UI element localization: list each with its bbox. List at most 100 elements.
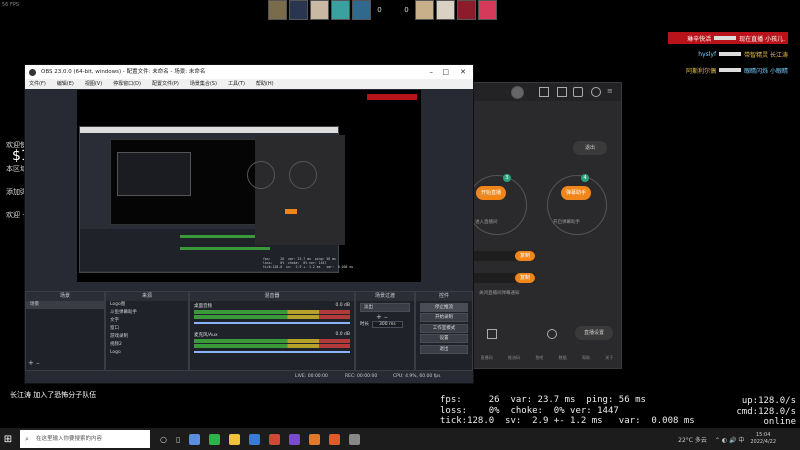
menu-view[interactable]: 视图(V) [85,79,102,89]
nested-titlebar [80,127,338,133]
taskbar-app-icon[interactable] [349,433,361,445]
source-item[interactable]: 窗口 [106,325,188,333]
net-graph-right: up:128.0/s cmd:128.0/s online [736,396,796,428]
exit-button[interactable]: 退出 [573,141,607,155]
live-settings-button[interactable]: 直播设置 [575,326,613,340]
studio-mode-button[interactable]: 工作室模式 [420,323,468,333]
transitions-dock: 场景过渡 淡出 + – 时长 300 ms [355,291,415,371]
sources-dock: 来源 Logo图 斗鱼弹幕助手 文字 窗口 游戏录制 视频2 Logo [105,291,189,371]
avatar[interactable] [511,86,524,99]
copy-url-button[interactable]: 复制 [515,251,535,261]
taskbar: ⊞ ⌕ 在这里输入你要搜索的内容 ○ ▯ 22°C 多云 ⌃ ◐ 🔊 中 15:… [0,428,800,450]
settings-icon[interactable] [591,87,601,97]
tab-room[interactable]: 直播间 [481,355,493,361]
task-view-icon[interactable]: ○ [160,435,167,444]
obs-window: OBS 23.0.0 (64-bit, windows) - 配置文件: 未命名… [24,64,474,384]
add-transition-icon[interactable]: + – [356,313,414,321]
duration-label: 时长 [360,322,369,327]
team-join-message: 长江涛 加入了恐怖分子队伍 [10,391,97,399]
assistant-toolbar: ≡ [473,83,621,101]
weapon-icon [719,52,742,56]
dock-title: 来源 [106,292,188,301]
tab-fishbar[interactable]: 鱼吧 [535,355,543,361]
menu-edit[interactable]: 编辑(E) [57,79,74,89]
menu-profile[interactable]: 配置文件(P) [152,79,179,89]
start-recording-button[interactable]: 开始录制 [420,313,468,322]
settings-button[interactable]: 设置 [420,334,468,343]
bell-icon[interactable] [573,87,583,97]
tab-data[interactable]: 数据 [559,355,567,361]
menu-icon[interactable]: ≡ [607,87,615,95]
net-graph: fps: 26 var: 23.7 ms ping: 56 ms loss: 0… [440,395,695,426]
gift-icon[interactable] [539,87,549,97]
source-item[interactable]: Logo图 [106,301,188,309]
search-icon: ⌕ [25,435,29,443]
taskbar-app-icon[interactable] [209,433,221,445]
taskbar-app-icon[interactable] [189,433,201,445]
notification-note: 关闭直播间弹幕通知 [479,291,520,296]
killfeed-row: 琳辛快活 现在直播 小孩儿. [668,32,788,44]
scenes-dock: 场景 场景 + – [25,291,105,371]
nested-killfeed [367,94,417,100]
menu-scene-collection[interactable]: 场景集合(S) [190,79,217,89]
taskbar-app-icon[interactable] [229,433,241,445]
taskbar-app-icon[interactable] [249,433,261,445]
danmu-assistant-button[interactable]: 弹幕助手 [561,186,591,200]
mixer-dock: 混音器 桌面音频 0.0 dB 麦克风/Aux 0.0 dB [189,291,355,371]
menu-docks[interactable]: 停靠窗口(D) [113,79,141,89]
source-item[interactable]: Logo [106,349,188,357]
source-item[interactable]: 斗鱼弹幕助手 [106,309,188,317]
volume-meter [194,344,350,348]
weapon-icon [714,36,737,40]
tab-stream-key[interactable]: 推流码 [508,355,520,361]
dock-title: 控件 [416,292,472,301]
victim-name: 带智精灵 长江涛 [744,51,788,59]
source-item[interactable]: 视频2 [106,341,188,349]
menu-file[interactable]: 文件(F) [29,79,46,89]
nested-window [117,152,191,196]
tab-help[interactable]: 帮助 [582,355,590,361]
taskbar-app-icon[interactable] [269,433,281,445]
stop-streaming-button[interactable]: 停止推流 [420,302,468,312]
menu-help[interactable]: 帮助(H) [256,79,274,89]
maximize-icon[interactable]: □ [442,65,449,79]
close-icon[interactable]: ✕ [460,65,466,79]
volume-slider[interactable] [194,322,350,324]
windows-start-icon[interactable]: ⊞ [0,434,16,445]
gear-icon[interactable] [547,329,557,339]
copy-key-button[interactable]: 复制 [515,273,535,283]
taskbar-app-icon[interactable] [329,433,341,445]
minimize-icon[interactable]: – [430,65,434,79]
tray-icons[interactable]: ⌃ ◐ 🔊 中 [715,435,744,444]
dock-title: 场景 [26,292,104,301]
nested-preview [110,139,262,225]
volume-icon[interactable] [487,329,497,339]
scene-item[interactable]: 场景 [26,301,104,309]
clock-time: 15:04 [755,432,771,438]
tab-about[interactable]: 关于 [605,355,613,361]
taskbar-app-icon[interactable] [289,433,301,445]
taskbar-search[interactable]: ⌕ 在这里输入你要搜索的内容 [20,430,150,448]
source-item[interactable]: 文字 [106,317,188,325]
controls-dock: 控件 停止推流 开始录制 工作室模式 设置 退出 [415,291,473,371]
taskbar-app-icon[interactable] [309,433,321,445]
dock-title: 混音器 [190,292,354,301]
message-icon[interactable] [557,87,567,97]
obs-menubar: 文件(F) 编辑(E) 视图(V) 停靠窗口(D) 配置文件(P) 场景集合(S… [25,79,473,89]
source-item[interactable]: 游戏录制 [106,333,188,341]
mixer-track: 桌面音频 0.0 dB [190,301,354,326]
obs-preview[interactable]: fps: 26 var: 23.7 ms ping: 56 ms loss: 0… [77,90,421,282]
clock[interactable]: 15:04 2022/4/22 [750,432,776,446]
volume-slider[interactable] [194,351,350,353]
weather-widget[interactable]: 22°C 多云 [678,435,707,444]
player-portrait [415,0,434,20]
duration-input[interactable]: 300 ms [372,321,403,328]
fps-counter: 56 FPS [2,2,20,8]
start-live-button[interactable]: 开始直播 [476,186,506,200]
live-timer: LIVE: 00:00:00 [295,374,328,379]
menu-tools[interactable]: 工具(T) [228,79,245,89]
add-scene-icon[interactable]: + – [28,359,40,367]
exit-button[interactable]: 退出 [420,344,468,354]
transition-select[interactable]: 淡出 [360,302,410,312]
track-db: 0.0 dB [335,332,350,337]
